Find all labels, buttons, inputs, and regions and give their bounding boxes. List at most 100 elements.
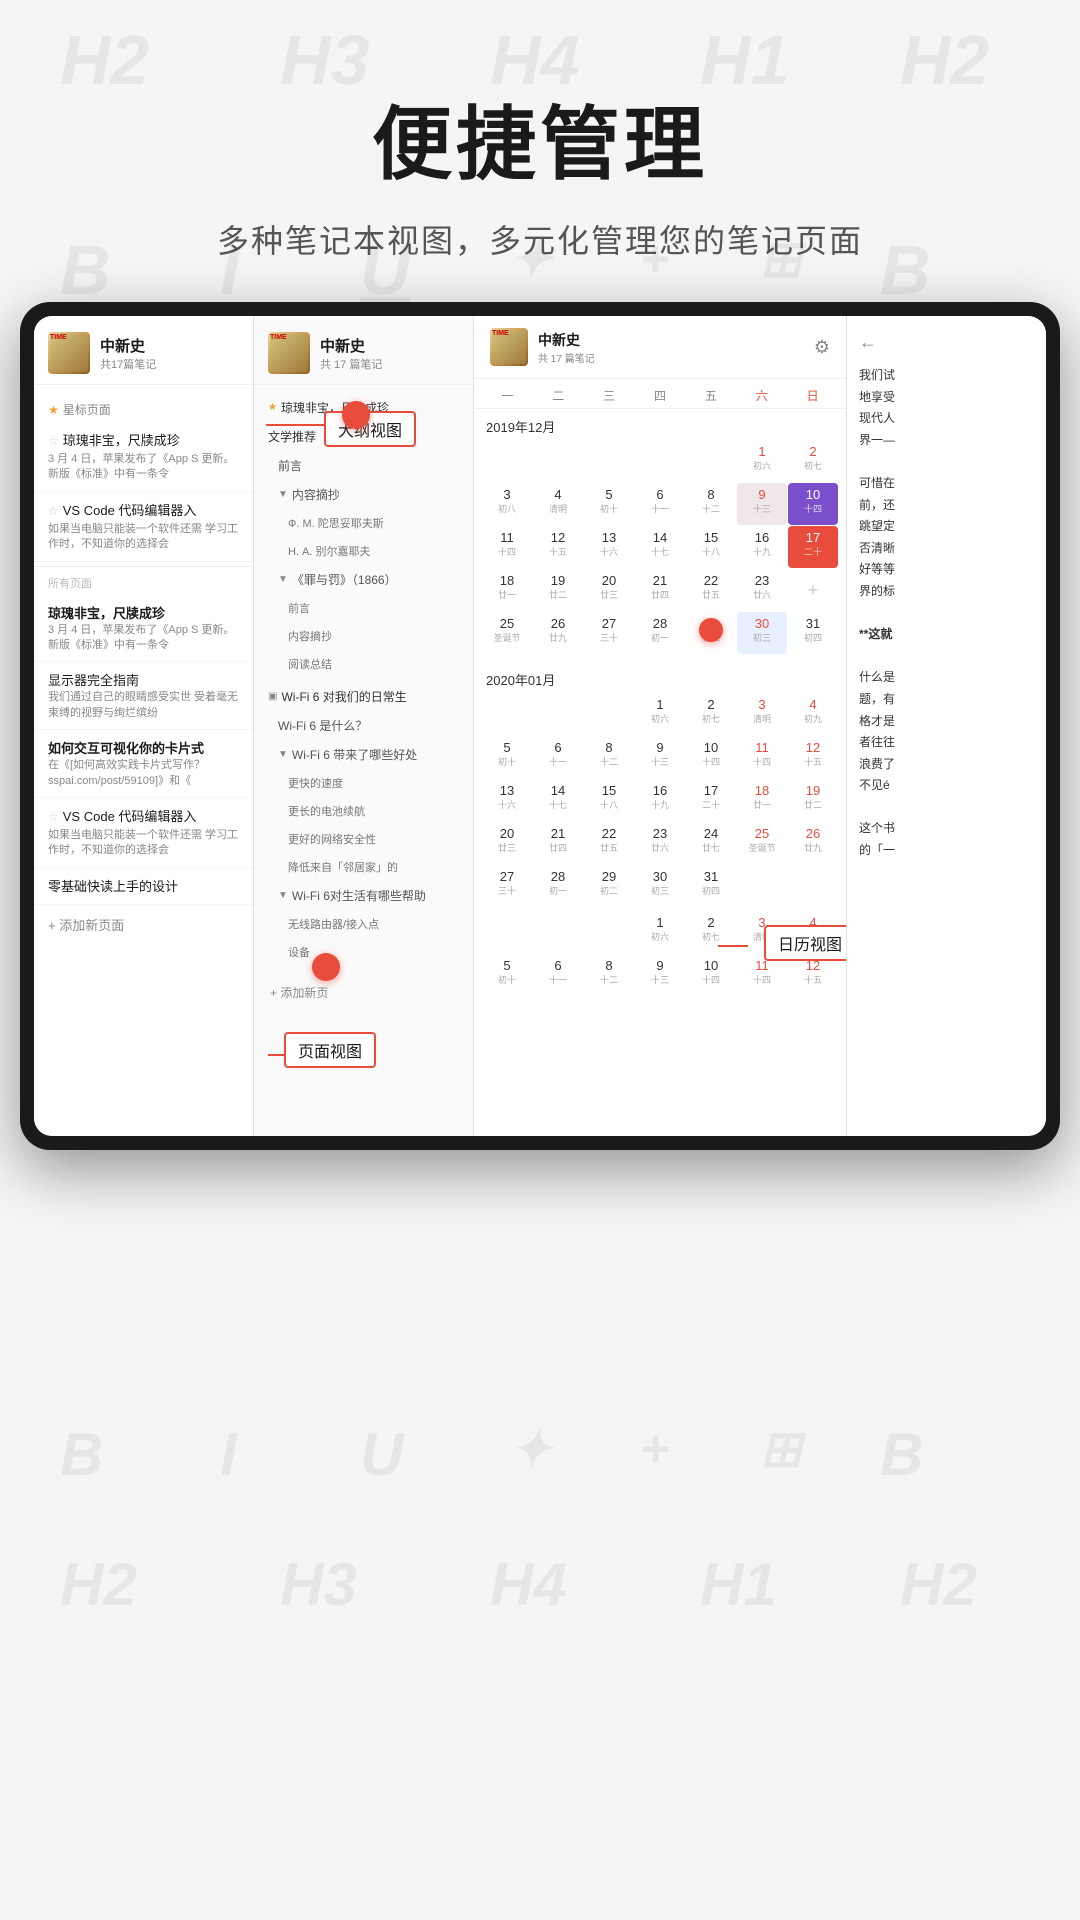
cal-day[interactable]: 22廿五	[686, 569, 736, 611]
cal-day[interactable]: 16十九	[737, 526, 787, 568]
outline-item: ▣ Wi-Fi 6 对我们的日常生	[254, 682, 473, 711]
day-lunar: 初四	[688, 884, 734, 897]
gear-icon[interactable]: ⚙	[814, 337, 830, 358]
cal-day[interactable]: 23廿六	[635, 822, 685, 864]
cal-day[interactable]: 29初二	[584, 865, 634, 907]
cal-day[interactable]: 15十八	[584, 779, 634, 821]
cal-day[interactable]: 18廿一	[482, 569, 532, 611]
cal-day[interactable]: 5初十	[584, 483, 634, 525]
cal-day[interactable]: 3初八	[482, 483, 532, 525]
cal-day[interactable]: 8十二	[686, 483, 736, 525]
cal-day[interactable]: 1初六	[635, 911, 685, 953]
cal-day[interactable]: 8十二	[584, 954, 634, 996]
cal-day[interactable]: 6十一	[533, 736, 583, 778]
cal-day[interactable]: 11十四	[737, 736, 787, 778]
cal-day[interactable]: 2初七	[788, 440, 838, 482]
page-view-label-text: 页面视图	[298, 1044, 362, 1061]
list-item[interactable]: 如何交互可视化你的卡片式 在《[如何高效实践卡片式写作？ sspai.com/p…	[34, 730, 253, 798]
cal-day[interactable]: 4清明	[533, 483, 583, 525]
back-button[interactable]: ←	[859, 332, 1034, 353]
cal-day[interactable]: 9十三	[635, 736, 685, 778]
cal-day[interactable]: 10十四	[686, 736, 736, 778]
cal-day[interactable]: 22廿五	[584, 822, 634, 864]
cal-day[interactable]: 27三十	[584, 612, 634, 654]
cal-day[interactable]: 20廿三	[482, 822, 532, 864]
day-num: 6	[535, 958, 581, 973]
day-num: 15	[688, 530, 734, 545]
cal-day[interactable]: 11十四	[482, 526, 532, 568]
cal-day[interactable]: 8十二	[584, 736, 634, 778]
cal-day[interactable]: 2初七	[686, 693, 736, 735]
outline-item-text: 降低来自「邻居家」的	[288, 862, 398, 874]
cal-day[interactable]: 17二十	[686, 779, 736, 821]
article-line: 题，有	[859, 689, 1034, 711]
cal-day[interactable]: 19廿二	[788, 779, 838, 821]
all-section-label: 所有页面	[34, 571, 253, 595]
wm-plus2: +	[640, 1420, 669, 1478]
list-item[interactable]: 琼瑰非宝，尺牍成珍 3 月 4 日，苹果发布了《App S 更新。新版《标准》中…	[34, 595, 253, 663]
day-lunar: 十七	[637, 545, 683, 558]
cal-day[interactable]: 5初十	[482, 954, 532, 996]
cal-day[interactable]: 1初六	[737, 440, 787, 482]
cal-day[interactable]: 25圣诞节	[482, 612, 532, 654]
cal-day[interactable]: 21廿四	[635, 569, 685, 611]
add-icon: +	[808, 580, 819, 601]
cal-day[interactable]: 26廿九	[788, 822, 838, 864]
cal-day[interactable]: 10十四	[788, 483, 838, 525]
wm-i2: I	[220, 1420, 237, 1489]
cal-day[interactable]: 16十九	[635, 779, 685, 821]
cal-day[interactable]: 9十三	[737, 483, 787, 525]
cal-day[interactable]: 24廿七	[686, 822, 736, 864]
cursor-dot-outline-2	[312, 953, 340, 981]
add-page-button[interactable]: + 添加新页面	[34, 905, 253, 944]
cal-day[interactable]: 13十六	[482, 779, 532, 821]
article-line: 什么是	[859, 667, 1034, 689]
cal-day[interactable]: 6十一	[533, 954, 583, 996]
list-item[interactable]: ☆ 琼瑰非宝，尺牍成珍 3 月 4 日，苹果发布了《App S 更新。新版《标准…	[34, 422, 253, 492]
list-item[interactable]: 零基础快读上手的设计	[34, 868, 253, 905]
cal-day[interactable]: 18廿一	[737, 779, 787, 821]
cal-day-today[interactable]: 17二十	[788, 526, 838, 568]
outline-item: ▼ 《罪与罚》（1866）	[254, 565, 473, 594]
cal-day[interactable]: 20廿三	[584, 569, 634, 611]
day-lunar: 十六	[484, 798, 530, 811]
list-item[interactable]: ☆ VS Code 代码编辑器入 如果当电脑只能装一个软件还需 学习工作时，不知…	[34, 798, 253, 868]
outline-item: Н. А. 别尔嘉耶夫	[254, 537, 473, 565]
item-starred-row: ☆ VS Code 代码编辑器入	[48, 500, 239, 522]
cal-day[interactable]: 28初一	[635, 612, 685, 654]
cal-day[interactable]: 26廿九	[533, 612, 583, 654]
add-page-outline[interactable]: + 添加新页	[270, 984, 328, 1001]
outline-item: 更长的电池续航	[254, 797, 473, 825]
cal-day[interactable]: 13十六	[584, 526, 634, 568]
cal-day[interactable]: 6十一	[635, 483, 685, 525]
cal-day[interactable]: 19廿二	[533, 569, 583, 611]
cal-day[interactable]: 3清明	[737, 693, 787, 735]
cal-day[interactable]: 12十五	[533, 526, 583, 568]
cal-day[interactable]: 28初一	[533, 865, 583, 907]
list-item[interactable]: ☆ VS Code 代码编辑器入 如果当电脑只能装一个软件还需 学习工作时，不知…	[34, 492, 253, 562]
article-line: 不见é	[859, 775, 1034, 797]
cal-day[interactable]: 14十七	[533, 779, 583, 821]
article-line: 格才是	[859, 711, 1034, 733]
cal-day[interactable]: 31初四	[788, 612, 838, 654]
day-num: 10	[790, 487, 836, 502]
cal-day[interactable]: 4初九	[788, 693, 838, 735]
day-num: 25	[739, 826, 785, 841]
cal-day[interactable]: 5初十	[482, 736, 532, 778]
cal-day[interactable]: 30初三	[737, 612, 787, 654]
cal-day[interactable]: 30初三	[635, 865, 685, 907]
cal-day[interactable]: 12十五	[788, 736, 838, 778]
cal-day[interactable]: 27三十	[482, 865, 532, 907]
cal-day[interactable]: 25圣诞节	[737, 822, 787, 864]
cal-day[interactable]: 9十三	[635, 954, 685, 996]
cal-day[interactable]: 23廿六	[737, 569, 787, 611]
list-item[interactable]: 显示器完全指南 我们通过自己的眼睛感受实世 受着毫无束缚的视野与绚烂缤纷	[34, 662, 253, 730]
cal-day[interactable]: 10十四	[686, 954, 736, 996]
cal-day[interactable]: 29 初二	[686, 612, 736, 654]
cal-day[interactable]: 1初六	[635, 693, 685, 735]
cal-day[interactable]: 15十八	[686, 526, 736, 568]
cal-day[interactable]: 31初四	[686, 865, 736, 907]
cal-day[interactable]: 14十七	[635, 526, 685, 568]
cal-day[interactable]: 21廿四	[533, 822, 583, 864]
cal-day-add[interactable]: +	[788, 569, 838, 611]
